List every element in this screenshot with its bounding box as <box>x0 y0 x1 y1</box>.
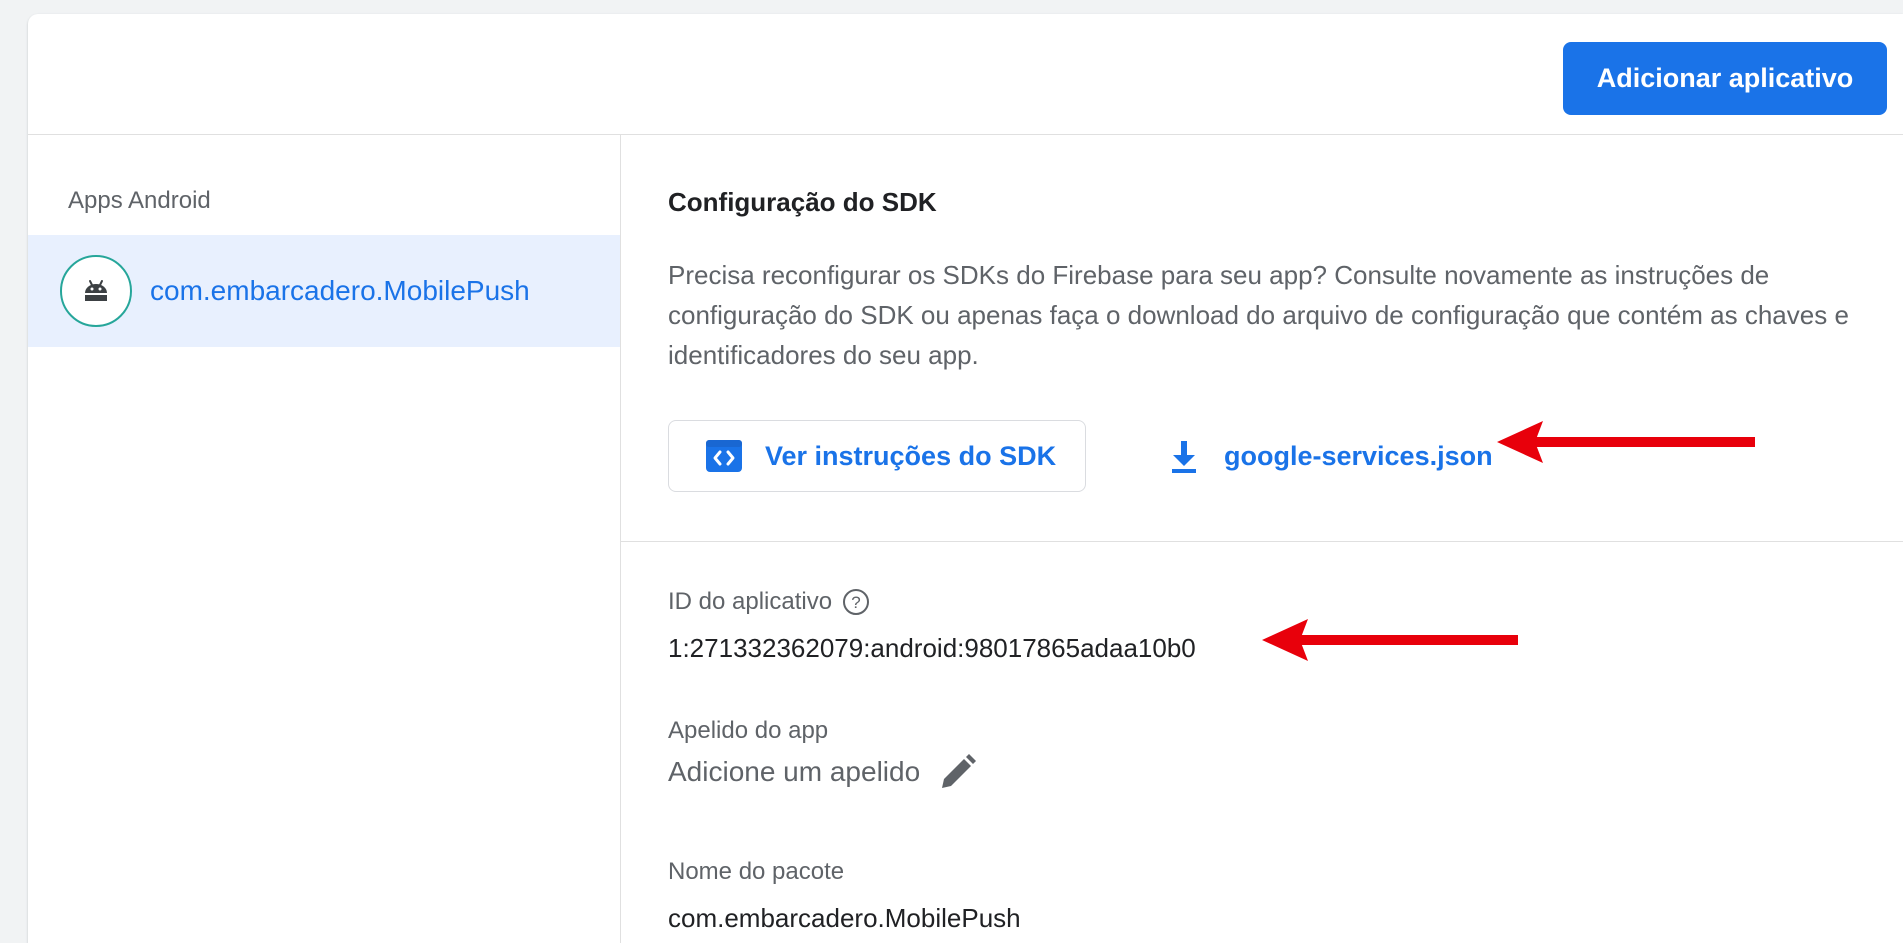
project-apps-card: Adicionar aplicativo Apps Android com.em… <box>28 14 1903 943</box>
package-name-value: com.embarcadero.MobilePush <box>668 903 1021 933</box>
add-app-button[interactable]: Adicionar aplicativo <box>1563 42 1887 115</box>
app-id-label: ID do aplicativo <box>668 588 833 615</box>
annotation-arrow-icon <box>1262 619 1518 661</box>
section-divider <box>621 541 1903 542</box>
apps-sidebar: Apps Android com.embarcadero.MobilePush <box>28 135 620 943</box>
sidebar-item-label: com.embarcadero.MobilePush <box>150 275 530 306</box>
sidebar-title: Apps Android <box>68 187 211 214</box>
android-icon <box>85 280 107 301</box>
sdk-config-title: Configuração do SDK <box>668 187 937 217</box>
nickname-edit[interactable]: Adicione um apelido <box>668 752 978 792</box>
download-config-link[interactable]: google-services.json <box>1166 420 1493 492</box>
app-id-label-row: ID do aplicativo ? <box>668 588 870 616</box>
download-config-label: google-services.json <box>1224 440 1493 471</box>
nickname-label: Apelido do app <box>668 717 829 744</box>
sdk-config-description: Precisa reconfigurar os SDKs do Firebase… <box>668 260 1849 370</box>
nickname-placeholder: Adicione um apelido <box>668 756 921 787</box>
package-name-label: Nome do pacote <box>668 858 845 885</box>
app-id-value: 1:271332362079:android:98017865adaa10b0 <box>668 633 1196 663</box>
help-icon[interactable]: ? <box>842 588 870 616</box>
download-icon <box>1172 441 1196 473</box>
svg-text:?: ? <box>851 593 860 612</box>
pencil-icon[interactable] <box>938 752 978 792</box>
code-icon <box>706 440 742 472</box>
annotation-arrow-icon <box>1497 421 1755 463</box>
app-avatar <box>60 255 132 327</box>
app-details-panel: Configuração do SDK Precisa reconfigurar… <box>621 135 1903 943</box>
sdk-instructions-button[interactable]: Ver instruções do SDK <box>668 420 1086 492</box>
sdk-instructions-label: Ver instruções do SDK <box>765 440 1057 471</box>
sidebar-item-mobilepush[interactable]: com.embarcadero.MobilePush <box>28 235 620 347</box>
